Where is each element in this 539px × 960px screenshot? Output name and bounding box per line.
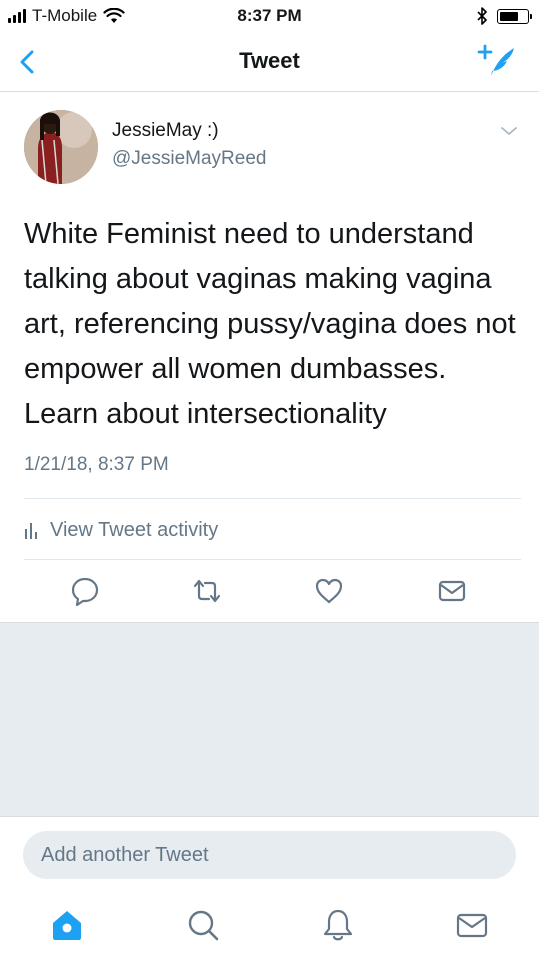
avatar[interactable] <box>24 110 98 184</box>
status-right <box>477 6 532 26</box>
reply-composer: Add another Tweet <box>0 816 539 888</box>
like-heart-icon[interactable] <box>314 576 344 606</box>
status-time: 8:37 PM <box>237 6 302 25</box>
compose-tweet-icon[interactable] <box>477 44 517 78</box>
home-icon[interactable] <box>50 908 84 942</box>
status-bar: T-Mobile 8:37 PM <box>0 0 539 32</box>
avatar-image <box>24 110 98 184</box>
search-icon[interactable] <box>186 908 220 942</box>
tweet-actions <box>0 560 539 622</box>
tab-bar <box>0 888 539 960</box>
display-name[interactable]: JessieMay :) <box>112 120 219 142</box>
tweet-text: White Feminist need to understand talkin… <box>24 218 516 430</box>
chevron-down-icon[interactable] <box>499 124 519 138</box>
retweet-icon[interactable] <box>192 576 222 606</box>
bluetooth-icon <box>477 7 487 25</box>
activity-label: View Tweet activity <box>50 518 219 541</box>
messages-icon[interactable] <box>455 908 489 942</box>
add-another-tweet-input[interactable]: Add another Tweet <box>23 831 516 879</box>
divider <box>24 498 521 499</box>
page-title: Tweet <box>239 48 300 73</box>
view-tweet-activity-button[interactable]: View Tweet activity <box>24 515 218 545</box>
battery-icon <box>497 8 532 24</box>
bar-chart-icon <box>25 523 37 539</box>
replies-area <box>0 622 539 816</box>
nav-bar: Tweet <box>0 32 539 92</box>
tweet-timestamp: 1/21/18, 8:37 PM <box>24 454 169 475</box>
notifications-icon[interactable] <box>321 908 355 942</box>
reply-icon[interactable] <box>70 576 100 606</box>
user-handle[interactable]: @JessieMayReed <box>112 148 266 170</box>
direct-message-icon[interactable] <box>437 576 467 606</box>
